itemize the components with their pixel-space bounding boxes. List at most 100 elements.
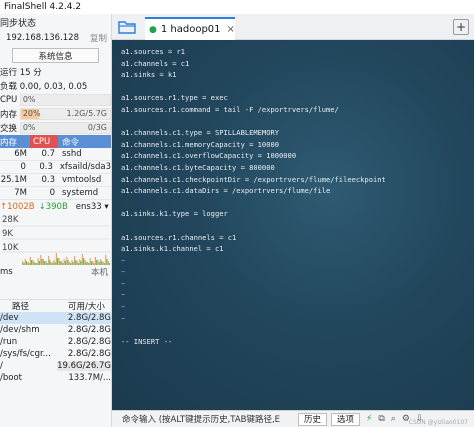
net-upload: ↑1002B (0, 201, 35, 212)
terminal-line: a1.sinks.k1.channel = c1 (121, 244, 224, 254)
copy-ip-button[interactable]: 复制 (90, 32, 107, 44)
title-bar: FinalShell 4.2.4.2 (0, 0, 474, 14)
table-row[interactable]: / 19.6G/26.7G (0, 360, 111, 372)
upload-bar (94, 257, 96, 265)
options-button[interactable]: 选项 (331, 412, 361, 426)
tab-hadoop01[interactable]: ● 1 hadoop01 × (145, 17, 235, 40)
terminal-line: a1.sources = r1 (121, 47, 186, 56)
proc-cmd: xfsaild/sda3 (59, 162, 111, 172)
terminal-line: a1.channels.c1.byteCapacity = 800000 (121, 162, 275, 172)
net-tick-1: 28K (2, 215, 19, 225)
disk-table-header: 路径 可用/大小 (0, 299, 111, 312)
metric-bar: 0% 0/3G (19, 122, 111, 134)
disk-path-header[interactable]: 路径 (12, 300, 68, 312)
table-row[interactable]: /boot 133.7M/... (0, 372, 111, 384)
latency-panel: ms 本机 (0, 265, 111, 299)
terminal-line: a1.channels.c1.memoryCapacity = 10000 (121, 139, 280, 149)
table-row[interactable]: 0 0.3 xfsaild/sda3 (0, 161, 111, 174)
disk-path: /dev/shm (0, 325, 40, 335)
terminal-line: ~ (121, 255, 126, 265)
terminal-line: ~ (121, 290, 126, 300)
net-tick-3: 10K (2, 243, 19, 253)
sync-label: 同步状态 (0, 18, 37, 29)
terminal-line: a1.sinks = k1 (121, 70, 177, 80)
command-input[interactable]: 命令输入 (按ALT键提示历史,TAB键路径,E (122, 413, 294, 425)
bolt-icon[interactable]: ⚡ (366, 414, 372, 424)
add-tab-icon[interactable]: + (453, 19, 469, 35)
disk-path: /sys/fs/cgr... (0, 349, 51, 359)
terminal-line: -- INSERT -- (121, 336, 173, 346)
download-bar (57, 258, 59, 265)
metric-bar: 20% 1.2G/5.7G (19, 108, 111, 120)
network-interface-select[interactable]: ens33 ▾ (76, 202, 109, 212)
disk-path: / (0, 361, 3, 371)
terminal-line: a1.channels.c1.overflowCapacity = 100000… (121, 151, 297, 161)
table-row[interactable]: 6M 0.7 sshd (0, 148, 111, 161)
folder-icon[interactable] (118, 19, 136, 34)
uptime: 运行 15 分 (0, 68, 42, 78)
upload-bar (74, 256, 76, 265)
history-button[interactable]: 历史 (298, 412, 328, 426)
proc-cpu: 0.7 (41, 149, 55, 159)
disk-size: 2.8G/2.8G (67, 325, 111, 335)
upload-bar (29, 257, 31, 265)
metric-label: 内存 (0, 110, 18, 120)
proc-cmd: sshd (62, 149, 82, 159)
terminal-line: a1.sources.r1.channels = c1 (121, 232, 237, 242)
close-icon[interactable]: × (227, 24, 235, 35)
host-ip-row: 192.168.136.128 复制 (0, 30, 111, 46)
watermark: CSDN @yiziiao0107 (408, 419, 468, 426)
disk-path: /boot (0, 373, 22, 383)
metric-label: CPU (0, 95, 18, 105)
upload-bar (89, 258, 91, 265)
latency-host: 本机 (90, 268, 108, 278)
table-row[interactable]: 7M 0 systemd (0, 187, 111, 200)
proc-cmd: systemd (62, 188, 99, 198)
metric-value: 0/3G (87, 123, 107, 132)
upload-bar (58, 258, 60, 265)
net-tick-2: 9K (2, 229, 13, 239)
proc-mem: 7M (14, 188, 27, 198)
terminal-line: a1.channels.c1.dataDirs = /exportrvers/f… (121, 186, 331, 196)
process-table-header: 内存 CPU 命令 (0, 135, 111, 148)
main-area: ● 1 hadoop01 × + a1.sources = r1 a1.chann… (112, 14, 474, 427)
disk-size-header[interactable]: 可用/大小 (68, 300, 105, 312)
metric-bar: 0% (19, 94, 111, 106)
terminal-output[interactable]: a1.sources = r1 a1.channels = c1 a1.sinks … (112, 40, 474, 410)
disk-path: /run (0, 337, 18, 347)
proc-mem: 0 (20, 162, 26, 172)
disk-table: /dev 2.8G/2.8G/dev/shm 2.8G/2.8G/run 2.8G/2… (0, 312, 111, 384)
upload-bar (55, 253, 57, 265)
sync-status: 同步状态 (0, 14, 111, 30)
proc-cmd: vmtoolsd (62, 175, 102, 185)
table-row[interactable]: 25.1M 0.3 vmtoolsd (0, 174, 111, 187)
terminal-line: a1.channels.c1.checkpointDir = /exportrv… (121, 174, 386, 184)
proc-mem: 25.1M (0, 175, 27, 185)
tab-bar: ● 1 hadoop01 × + (112, 14, 474, 40)
terminal-line: ~ (121, 267, 126, 277)
disk-size: 133.7M/... (68, 373, 111, 383)
terminal-line: a1.sinks.k1.type = logger (121, 209, 228, 219)
system-info-button[interactable]: 系统信息 (12, 48, 99, 63)
copy-icon[interactable]: ⧉ (378, 414, 384, 424)
proc-cmd-header[interactable]: 命令 (58, 136, 79, 148)
search-icon[interactable]: ⌕ (391, 414, 396, 424)
net-download: ↓390B (38, 201, 68, 212)
proc-cpu-header[interactable]: CPU (30, 135, 58, 148)
proc-cpu: 0.3 (39, 162, 53, 172)
terminal-line: a1.channels = c1 (121, 58, 190, 68)
terminal-line: ~ (121, 313, 126, 323)
proc-mem-header[interactable]: 内存 (0, 136, 30, 148)
table-row[interactable]: /dev 2.8G/2.8G (0, 312, 111, 324)
metric-percent: 0% (22, 95, 36, 104)
table-row[interactable]: /run 2.8G/2.8G (0, 336, 111, 348)
host-ip: 192.168.136.128 (6, 33, 80, 43)
proc-mem: 6M (14, 149, 27, 159)
metric-percent: 0% (22, 123, 36, 132)
metric-row: 交换 0% 0/3G (0, 121, 111, 135)
table-row[interactable]: /sys/fs/cgr... 2.8G/2.8G (0, 348, 111, 360)
table-row[interactable]: /dev/shm 2.8G/2.8G (0, 324, 111, 336)
